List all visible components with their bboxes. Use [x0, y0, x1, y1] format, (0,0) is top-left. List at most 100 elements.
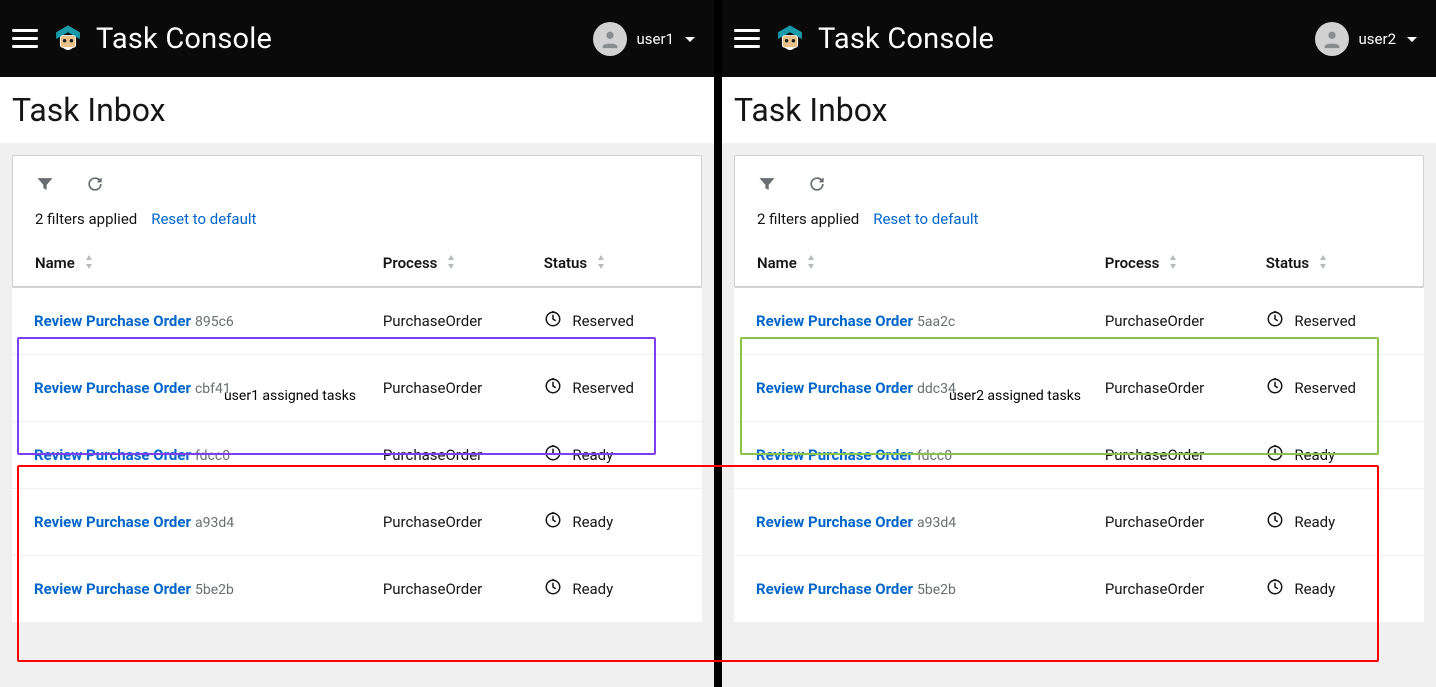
task-link[interactable]: Review Purchase Order895c6: [34, 312, 234, 330]
refresh-icon[interactable]: [85, 174, 105, 194]
table-row: Review Purchase Order5aa2c PurchaseOrder R…: [734, 288, 1424, 355]
task-status-label: Reserved: [572, 379, 634, 397]
app-header: Task Console user1: [0, 0, 714, 77]
avatar-icon: [1315, 22, 1349, 56]
reset-filters-link[interactable]: Reset to default: [873, 210, 978, 228]
table-header: Name Process Status: [735, 242, 1423, 287]
status-icon: [1266, 310, 1284, 332]
filters-applied-label: 2 filters applied: [35, 210, 137, 228]
filter-icon[interactable]: [757, 174, 777, 194]
task-name-label: Review Purchase Order: [756, 379, 913, 397]
task-id-label: fdcc0: [195, 448, 230, 464]
col-process-label[interactable]: Process: [1105, 254, 1160, 272]
task-name-label: Review Purchase Order: [756, 513, 913, 531]
app-logo-icon: [50, 21, 86, 57]
sort-icon[interactable]: [807, 255, 815, 272]
task-id-label: fdcc0: [917, 448, 952, 464]
task-link[interactable]: Review Purchase Orderddc34: [756, 379, 956, 397]
task-link[interactable]: Review Purchase Ordera93d4: [756, 513, 956, 531]
status-icon: [1266, 578, 1284, 600]
status-icon: [544, 444, 562, 466]
task-id-label: 5be2b: [917, 582, 956, 598]
user-name-label: user1: [637, 30, 674, 48]
filter-icon[interactable]: [35, 174, 55, 194]
page-title: Task Inbox: [722, 77, 1436, 143]
app-title: Task Console: [96, 22, 272, 56]
task-link[interactable]: Review Purchase Ordercbf41: [34, 379, 231, 397]
task-status-label: Ready: [1294, 580, 1335, 598]
status-icon: [1266, 444, 1284, 466]
task-status-label: Reserved: [1294, 312, 1356, 330]
sort-icon[interactable]: [85, 255, 93, 272]
table-row: Review Purchase Ordercbf41 PurchaseOrder R…: [12, 355, 702, 422]
task-status-label: Ready: [1294, 446, 1335, 464]
sort-icon[interactable]: [447, 255, 455, 272]
task-link[interactable]: Review Purchase Order5aa2c: [756, 312, 955, 330]
refresh-icon[interactable]: [807, 174, 827, 194]
task-process-label: PurchaseOrder: [1105, 312, 1267, 330]
task-inbox-card: 2 filters applied Reset to default Name …: [12, 155, 702, 288]
col-process-label[interactable]: Process: [383, 254, 438, 272]
task-process-label: PurchaseOrder: [1105, 513, 1267, 531]
task-process-label: PurchaseOrder: [383, 513, 545, 531]
task-id-label: a93d4: [195, 515, 234, 531]
user-menu[interactable]: user2: [1315, 22, 1418, 56]
task-link[interactable]: Review Purchase Ordera93d4: [34, 513, 234, 531]
task-process-label: PurchaseOrder: [383, 580, 545, 598]
user-menu[interactable]: user1: [593, 22, 696, 56]
col-status-label[interactable]: Status: [544, 254, 587, 272]
table-row: Review Purchase Order5be2b PurchaseOrder R…: [12, 556, 702, 623]
task-id-label: a93d4: [917, 515, 956, 531]
sort-icon[interactable]: [1169, 255, 1177, 272]
task-link[interactable]: Review Purchase Order5be2b: [756, 580, 956, 598]
task-link[interactable]: Review Purchase Orderfdcc0: [756, 446, 952, 464]
hamburger-menu-icon[interactable]: [10, 24, 40, 54]
table-row: Review Purchase Orderddc34PurchaseOrderR…: [734, 355, 1424, 422]
table-header: Name Process Status: [13, 242, 701, 287]
task-status-label: Ready: [572, 446, 613, 464]
task-id-label: 895c6: [195, 314, 234, 330]
table-row: Review Purchase Ordera93d4 PurchaseOrder R…: [734, 489, 1424, 556]
task-id-label: 5be2b: [195, 582, 234, 598]
task-name-label: Review Purchase Order: [34, 379, 191, 397]
task-link[interactable]: Review Purchase Order5be2b: [34, 580, 234, 598]
hamburger-menu-icon[interactable]: [732, 24, 762, 54]
status-icon: [544, 511, 562, 533]
task-name-label: Review Purchase Order: [34, 312, 191, 330]
table-row: Review Purchase Order5be2b PurchaseOrder R…: [734, 556, 1424, 623]
col-name-label[interactable]: Name: [757, 254, 797, 272]
sort-icon[interactable]: [597, 255, 605, 272]
col-name-label[interactable]: Name: [35, 254, 75, 272]
status-icon: [544, 578, 562, 600]
task-name-label: Review Purchase Order: [34, 513, 191, 531]
task-name-label: Review Purchase Order: [756, 446, 913, 464]
filters-applied-label: 2 filters applied: [757, 210, 859, 228]
panel-divider: [714, 0, 722, 687]
app-title: Task Console: [818, 22, 994, 56]
task-name-label: Review Purchase Order: [34, 446, 191, 464]
table-row: Review Purchase Order895c6 PurchaseOrder R…: [12, 288, 702, 355]
status-icon: [544, 310, 562, 332]
task-id-label: ddc34: [917, 381, 956, 397]
task-id-label: cbf41: [195, 381, 231, 397]
task-process-label: PurchaseOrder: [1105, 580, 1267, 598]
task-name-label: Review Purchase Order: [756, 312, 913, 330]
app-logo-icon: [772, 21, 808, 57]
task-name-label: Review Purchase Order: [34, 580, 191, 598]
avatar-icon: [593, 22, 627, 56]
task-status-label: Ready: [1294, 513, 1335, 531]
task-process-label: PurchaseOrder: [383, 379, 545, 397]
status-icon: [544, 377, 562, 399]
task-name-label: Review Purchase Order: [756, 580, 913, 598]
sort-icon[interactable]: [1319, 255, 1327, 272]
status-icon: [1266, 511, 1284, 533]
reset-filters-link[interactable]: Reset to default: [151, 210, 256, 228]
task-inbox-card: 2 filters applied Reset to default Name …: [734, 155, 1424, 288]
app-header: Task Console user2: [722, 0, 1436, 77]
user-name-label: user2: [1359, 30, 1396, 48]
task-process-label: PurchaseOrder: [383, 312, 545, 330]
task-link[interactable]: Review Purchase Orderfdcc0: [34, 446, 230, 464]
task-id-label: 5aa2c: [917, 314, 955, 330]
task-status-label: Reserved: [1294, 379, 1356, 397]
col-status-label[interactable]: Status: [1266, 254, 1309, 272]
